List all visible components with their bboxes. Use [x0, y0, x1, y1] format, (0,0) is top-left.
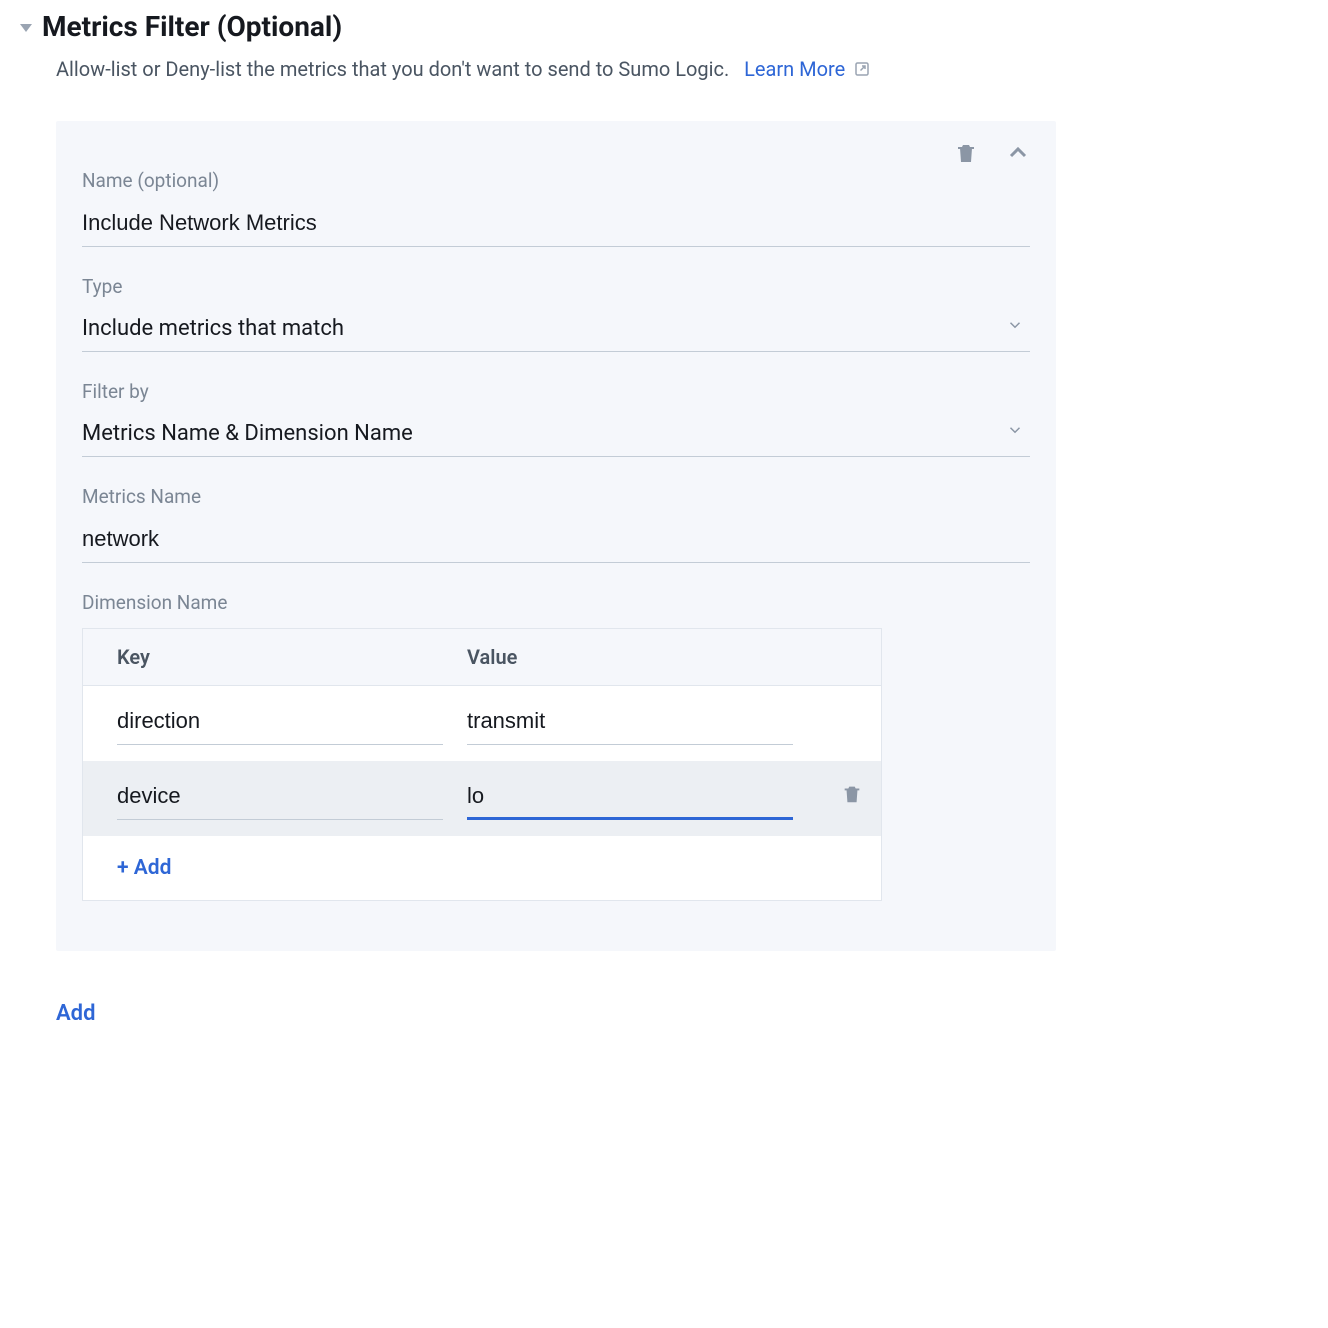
dimension-key-input[interactable]	[117, 777, 443, 820]
delete-row-button[interactable]	[841, 783, 863, 809]
name-field-label: Name (optional)	[82, 169, 1030, 192]
dimension-value-input[interactable]	[467, 702, 793, 745]
dimension-table: Key Value + Add	[82, 628, 882, 901]
card-actions	[954, 141, 1030, 165]
dimension-row	[83, 761, 881, 836]
learn-more-link[interactable]: Learn More	[744, 57, 871, 81]
dimension-name-label: Dimension Name	[82, 591, 1030, 614]
add-dimension-button[interactable]: + Add	[83, 836, 881, 900]
learn-more-text: Learn More	[744, 57, 845, 81]
external-link-icon	[853, 60, 871, 78]
filter-by-field-label: Filter by	[82, 380, 1030, 403]
name-input[interactable]	[82, 206, 1030, 247]
add-filter-button[interactable]: Add	[56, 1001, 95, 1026]
caret-down-icon	[20, 24, 32, 32]
section-description: Allow-list or Deny-list the metrics that…	[56, 57, 1298, 81]
filter-by-select[interactable]: Metrics Name & Dimension Name	[82, 417, 1030, 457]
filter-card: Name (optional) Type Include metrics tha…	[56, 121, 1056, 951]
metrics-name-input[interactable]	[82, 522, 1030, 563]
dimension-value-input[interactable]	[467, 777, 793, 820]
type-field-label: Type	[82, 275, 1030, 298]
delete-filter-button[interactable]	[954, 141, 978, 165]
collapse-filter-button[interactable]	[1006, 141, 1030, 165]
type-field: Type Include metrics that match	[82, 275, 1030, 352]
col-value-header: Value	[467, 645, 847, 669]
dimension-key-input[interactable]	[117, 702, 443, 745]
filter-by-field: Filter by Metrics Name & Dimension Name	[82, 380, 1030, 457]
metrics-name-field: Metrics Name	[82, 485, 1030, 563]
dimension-table-header: Key Value	[83, 629, 881, 686]
name-field: Name (optional)	[82, 169, 1030, 247]
type-select[interactable]: Include metrics that match	[82, 312, 1030, 352]
section-header[interactable]: Metrics Filter (Optional)	[20, 10, 1298, 43]
metrics-name-field-label: Metrics Name	[82, 485, 1030, 508]
dimension-name-field: Dimension Name Key Value + Add	[82, 591, 1030, 901]
section-title: Metrics Filter (Optional)	[42, 10, 342, 43]
dimension-row	[83, 686, 881, 761]
section-description-text: Allow-list or Deny-list the metrics that…	[56, 57, 729, 81]
col-key-header: Key	[117, 645, 467, 669]
